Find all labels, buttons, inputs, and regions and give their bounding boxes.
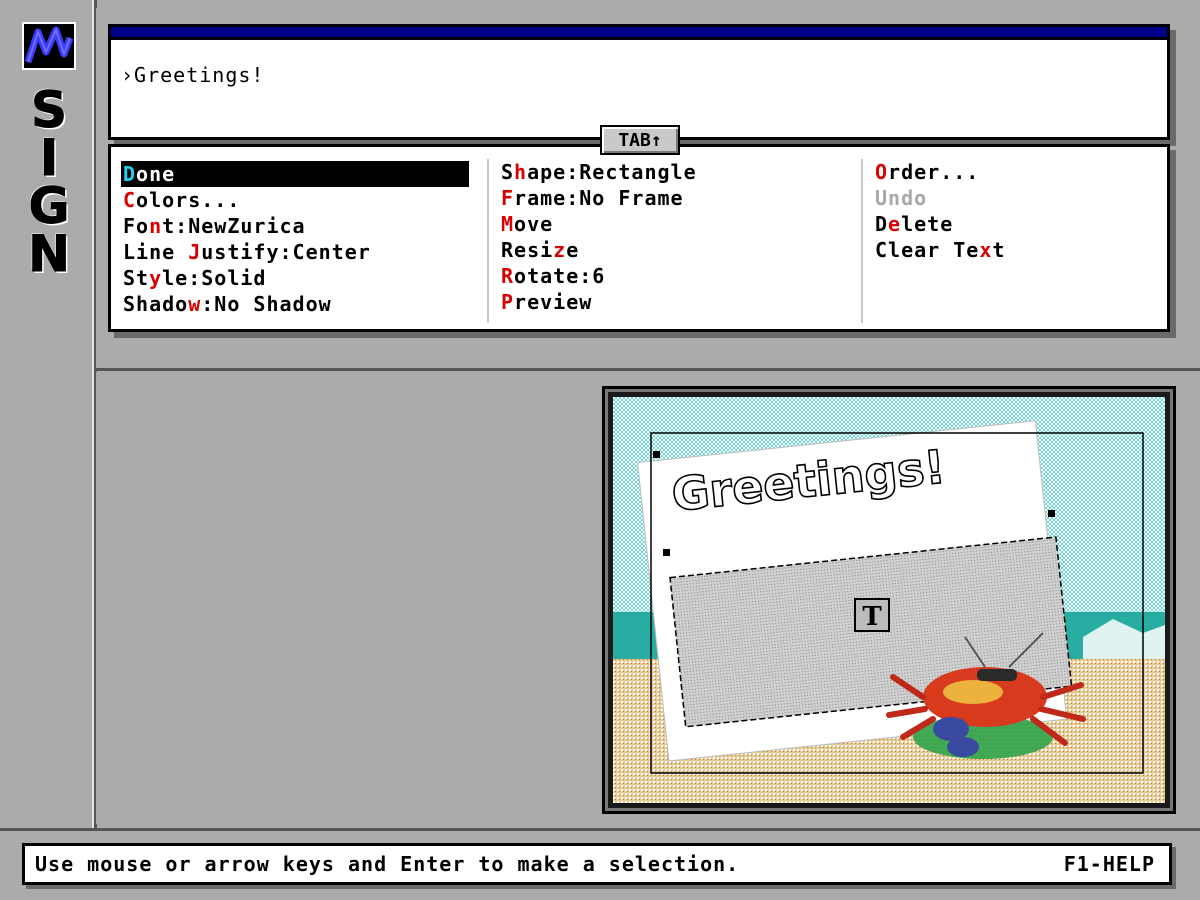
hotkey-letter: R <box>501 264 515 288</box>
menu-item-shape[interactable]: Shape:Rectangle <box>499 159 859 185</box>
hotkey-letter: C <box>123 188 137 212</box>
menu-item-text: Line <box>123 240 189 264</box>
text-tool-glyph: T <box>862 602 882 632</box>
title-letter: S <box>30 81 67 139</box>
text-tool-icon[interactable]: T <box>854 598 890 632</box>
menu-item-text: lete <box>901 212 954 236</box>
menu-item-undo: Undo <box>873 185 1161 211</box>
resize-handle[interactable] <box>663 549 670 556</box>
menu-item-text: D <box>875 212 889 236</box>
editor-panel: ›Greetings! TAB↑ Done Colors... Font:NewZu… <box>96 8 1200 371</box>
sign-text-input[interactable]: ›Greetings! <box>108 24 1170 140</box>
status-bar: Use mouse or arrow keys and Enter to mak… <box>0 828 1200 900</box>
hotkey-letter: y <box>149 266 163 290</box>
menu-item-text: rder... <box>888 160 980 184</box>
input-titlebar <box>111 27 1167 40</box>
menu-item-shadow[interactable]: Shadow:No Shadow <box>121 291 471 317</box>
menu-item-text: e <box>566 238 580 262</box>
menu-item-text: ape:Rectangle <box>527 160 697 184</box>
hotkey-letter: h <box>514 160 528 184</box>
menu-item-order[interactable]: Order... <box>873 159 1161 185</box>
hotkey-letter: D <box>123 162 137 186</box>
title-letter: G <box>28 177 70 235</box>
menu-item-style[interactable]: Style:Solid <box>121 265 471 291</box>
menu-item-text: le:Solid <box>162 266 267 290</box>
menu-item-text: Resi <box>501 238 554 262</box>
app-title: S I G N <box>24 81 74 283</box>
menu-item-text: otate:6 <box>514 264 606 288</box>
menu-item-text: t:NewZurica <box>162 214 306 238</box>
hotkey-letter: M <box>501 212 515 236</box>
command-menu: Done Colors... Font:NewZurica Line Justify:… <box>108 144 1170 332</box>
menu-column-edit: Order... Undo Delete Clear Text <box>861 159 1161 323</box>
menu-item-resize[interactable]: Resize <box>499 237 859 263</box>
menu-item-frame[interactable]: Frame:No Frame <box>499 185 859 211</box>
menu-item-text: review <box>514 290 593 314</box>
help-hint[interactable]: F1-HELP <box>1064 852 1155 876</box>
menu-item-preview[interactable]: Preview <box>499 289 859 315</box>
menu-item-text: rame:No Frame <box>514 186 684 210</box>
menu-item-text: ove <box>514 212 554 236</box>
title-letter: I <box>39 129 59 187</box>
menu-item-delete[interactable]: Delete <box>873 211 1161 237</box>
sign-preview: Greetings! T <box>602 386 1176 814</box>
menu-item-text: ustify:Center <box>201 240 371 264</box>
status-message: Use mouse or arrow keys and Enter to mak… <box>35 852 740 876</box>
hotkey-letter: O <box>875 160 889 184</box>
menu-item-text: S <box>501 160 515 184</box>
menu-item-line-justify[interactable]: Line Justify:Center <box>121 239 471 265</box>
menu-item-text: t <box>992 238 1006 262</box>
left-sidebar: S I G N <box>0 0 97 828</box>
resize-handle[interactable] <box>1048 510 1055 517</box>
menu-column-text: Done Colors... Font:NewZurica Line Justify:… <box>121 161 471 321</box>
menu-item-text: Clear Te <box>875 238 980 262</box>
tab-toggle-button[interactable]: TAB↑ <box>600 125 680 155</box>
menu-item-clear-text[interactable]: Clear Text <box>873 237 1161 263</box>
menu-item-text: Undo <box>875 186 928 210</box>
hotkey-letter: w <box>188 292 202 316</box>
status-box: Use mouse or arrow keys and Enter to mak… <box>22 843 1172 885</box>
menu-item-text: St <box>123 266 150 290</box>
menu-item-colors[interactable]: Colors... <box>121 187 471 213</box>
menu-item-done[interactable]: Done <box>121 161 469 187</box>
menu-item-text: one <box>136 162 176 186</box>
hotkey-letter: z <box>553 238 567 262</box>
hotkey-letter: n <box>149 214 163 238</box>
hotkey-letter: P <box>501 290 515 314</box>
menu-item-move[interactable]: Move <box>499 211 859 237</box>
hotkey-letter: J <box>188 240 202 264</box>
preview-canvas: Greetings! T <box>613 397 1165 803</box>
menu-item-text: olors... <box>136 188 241 212</box>
hotkey-letter: F <box>501 186 515 210</box>
menu-item-rotate[interactable]: Rotate:6 <box>499 263 859 289</box>
m-brand-logo-icon <box>22 22 76 70</box>
title-letter: N <box>28 225 71 283</box>
menu-item-text: Fo <box>123 214 150 238</box>
menu-item-font[interactable]: Font:NewZurica <box>121 213 471 239</box>
menu-column-shape: Shape:Rectangle Frame:No Frame Move Resize R… <box>487 159 859 323</box>
menu-item-text: :No Shadow <box>201 292 332 316</box>
sign-text-value: ›Greetings! <box>121 63 265 87</box>
hotkey-letter: x <box>979 238 993 262</box>
hotkey-letter: e <box>888 212 902 236</box>
resize-handle[interactable] <box>653 451 660 458</box>
menu-item-text: Shado <box>123 292 189 316</box>
